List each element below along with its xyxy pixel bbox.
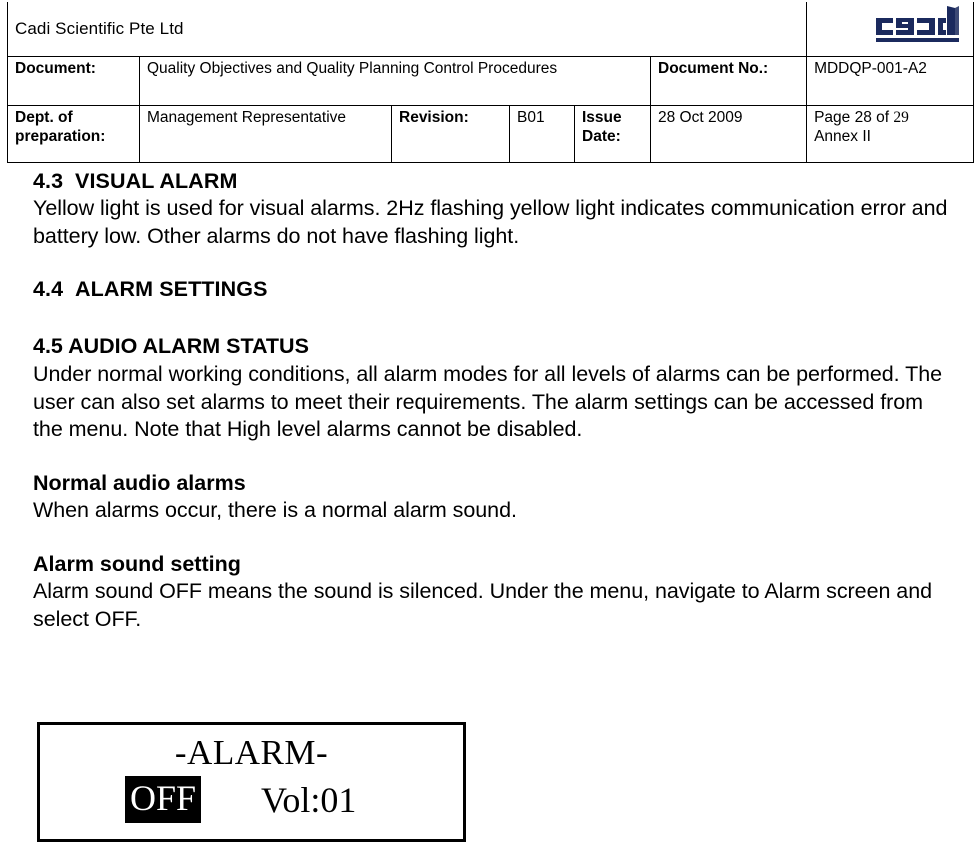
issue-date-value: 28 Oct 2009 <box>649 105 808 163</box>
revision-label: Revision: <box>391 105 510 163</box>
company-name: Cadi Scientific Pte Ltd <box>15 18 184 38</box>
lcd-alarm-screen: -ALARM- OFF Vol:01 <box>37 722 466 842</box>
normal-audio-alarms-paragraph: When alarms occur, there is a normal ala… <box>33 498 517 523</box>
section-4-4-title: ALARM SETTINGS <box>75 277 268 302</box>
document-label: Document: <box>7 56 140 106</box>
section-4-5-paragraph: Under normal working conditions, all ala… <box>33 361 943 442</box>
dept-of-preparation-value: Management Representative <box>139 105 392 163</box>
document-title-value: Quality Objectives and Quality Planning … <box>139 56 651 106</box>
section-4-4-heading: 4.4 ALARM SETTINGS <box>33 276 953 303</box>
page-number-total: 29 <box>893 109 909 126</box>
section-4-3-title: VISUAL ALARM <box>75 169 238 193</box>
section-4-3-heading: 4.3 VISUAL ALARM <box>33 168 953 195</box>
lcd-screen-row: OFF Vol:01 <box>40 776 463 823</box>
dept-of-preparation-label: Dept. of preparation: <box>7 105 140 163</box>
header-dept-row: Dept. of preparation: Management Represe… <box>7 105 975 163</box>
page-number-prefix: Page 28 of <box>814 109 894 126</box>
normal-audio-alarms-heading: Normal audio alarms <box>33 470 246 495</box>
section-4-4-number: 4.4 <box>33 277 64 302</box>
annex-label: Annex II <box>814 127 871 145</box>
lcd-selected-option[interactable]: OFF <box>125 776 202 823</box>
document-no-value: MDDQP-001-A2 <box>806 56 975 106</box>
header-company-row: Cadi Scientific Pte Ltd <box>6 2 975 57</box>
document-header-table: Cadi Scientific Pte Ltd Document: Qualit… <box>6 2 975 163</box>
company-name-cell: Cadi Scientific Pte Ltd <box>6 2 808 57</box>
page-number-cell: Page 28 of 29 Annex II <box>806 105 975 163</box>
alarm-sound-setting-paragraph: Alarm sound OFF means the sound is silen… <box>33 579 933 632</box>
alarm-sound-setting-heading: Alarm sound setting <box>33 551 241 576</box>
header-document-row: Document: Quality Objectives and Quality… <box>7 56 975 106</box>
section-4-5-heading: 4.5 AUDIO ALARM STATUS <box>33 334 309 359</box>
lcd-volume-value[interactable]: Vol:01 <box>261 782 356 818</box>
lcd-screen-title: -ALARM- <box>174 733 329 772</box>
cadi-logo-icon <box>869 5 965 47</box>
section-4-3-number: 4.3 <box>33 169 64 193</box>
document-no-label: Document No.: <box>649 56 808 106</box>
revision-value: B01 <box>509 105 575 163</box>
document-body: 4.3 VISUAL ALARM Yellow light is used for… <box>33 168 953 634</box>
logo-cell <box>806 2 975 57</box>
section-4-3-paragraph: Yellow light is used for visual alarms. … <box>33 196 948 248</box>
issue-date-label: Issue Date: <box>574 105 651 163</box>
